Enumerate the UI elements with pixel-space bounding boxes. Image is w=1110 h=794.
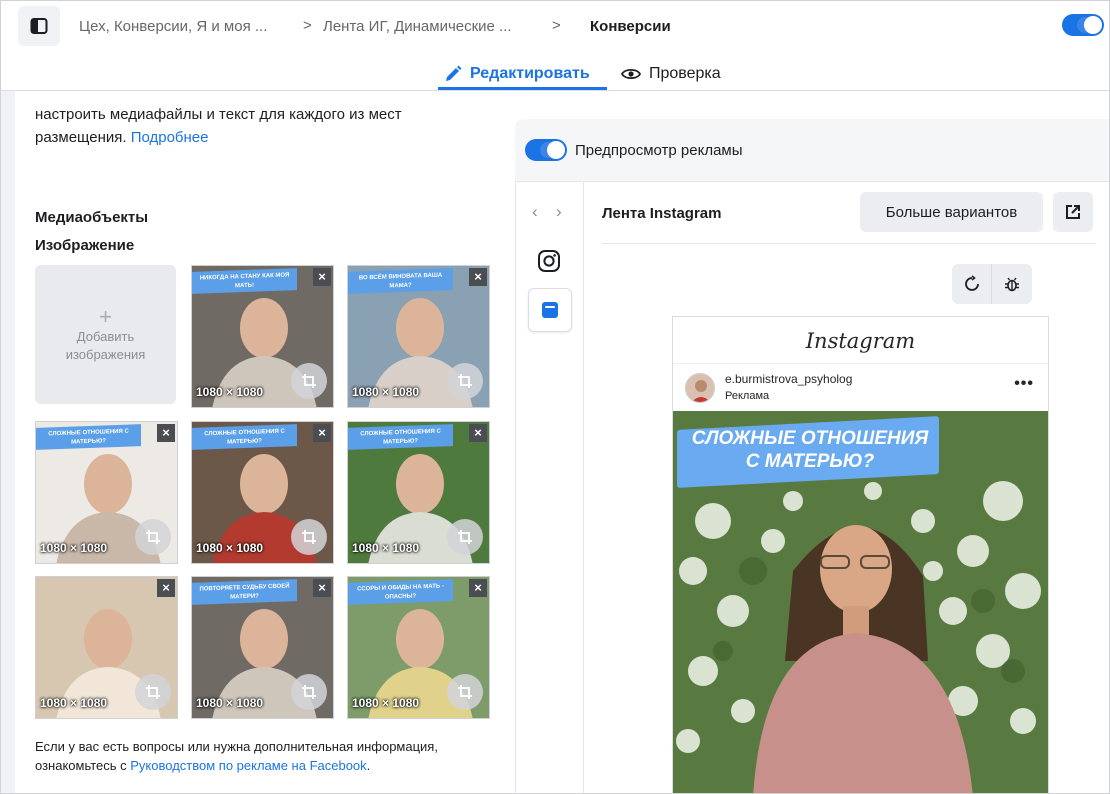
remove-image-icon[interactable]: × (157, 424, 175, 442)
instagram-icon[interactable] (536, 248, 562, 274)
active-tab-indicator (438, 87, 607, 90)
crop-icon[interactable] (291, 519, 327, 555)
avatar (685, 373, 715, 403)
help-text: Если у вас есть вопросы или нужна дополн… (35, 739, 438, 773)
breadcrumb-campaign[interactable]: Цех, Конверсии, Я и моя ... (79, 18, 267, 35)
crop-icon[interactable] (135, 519, 171, 555)
crop-icon[interactable] (447, 674, 483, 710)
top-bar: Цех, Конверсии, Я и моя ... > Лента ИГ, … (1, 1, 1109, 51)
eye-icon (621, 68, 641, 80)
placement-preview: ‹ › Лента Instagram Больше вариантов Ins… (515, 181, 1109, 793)
thumbnail-banner: СЛОЖНЫЕ ОТНОШЕНИЯ С МАТЕРЬЮ? (36, 424, 141, 450)
remove-image-icon[interactable]: × (469, 579, 487, 597)
thumbnail-banner: ПОВТОРЯЕТЕ СУДЬБУ СВОЕЙ МАТЕРИ? (192, 579, 297, 605)
image-section-title: Изображение (35, 237, 135, 254)
divider (673, 363, 1048, 364)
more-options-icon[interactable]: ••• (1014, 375, 1034, 393)
refresh-button[interactable] (952, 264, 992, 304)
remove-image-icon[interactable]: × (469, 424, 487, 442)
instagram-logo: Instagram (805, 329, 916, 353)
crop-icon[interactable] (447, 363, 483, 399)
ad-preview-toggle[interactable] (525, 139, 567, 161)
remove-image-icon[interactable]: × (469, 268, 487, 286)
facebook-ads-guide-link[interactable]: Руководством по рекламе на Facebook (130, 758, 366, 773)
image-size-label: 1080 × 1080 (352, 696, 420, 710)
intro-text: настроить медиафайлы и текст для каждого… (35, 106, 402, 146)
placement-sidebar: ‹ › (516, 182, 584, 793)
mode-tabs: Редактировать Проверка (1, 51, 1109, 91)
thumbnail-banner: СЛОЖНЫЕ ОТНОШЕНИЯ С МАТЕРЬЮ? (192, 424, 297, 450)
instagram-post-preview: Instagram e.burmistrova_psyholog Реклама… (672, 316, 1049, 793)
tab-review[interactable]: Проверка (621, 59, 721, 89)
image-size-label: 1080 × 1080 (40, 696, 108, 710)
breadcrumb-separator: > (552, 17, 561, 34)
image-thumbnail[interactable]: СЛОЖНЫЕ ОТНОШЕНИЯ С МАТЕРЬЮ? × 1080 × 1080 (191, 421, 334, 564)
image-size-label: 1080 × 1080 (352, 385, 420, 399)
sidebar-panel-icon (30, 18, 48, 34)
open-external-button[interactable] (1053, 192, 1093, 232)
ad-preview-panel: Предпросмотр рекламы ‹ › Лента Instagram (499, 91, 1109, 793)
feed-icon (542, 302, 558, 318)
external-link-icon (1066, 205, 1080, 219)
learn-more-link[interactable]: Подробнее (131, 129, 209, 146)
image-thumbnail[interactable]: ВО ВСЁМ ВИНОВАТА ВАША МАМА? × 1080 × 1080 (347, 265, 490, 408)
placement-name: Лента Instagram (602, 205, 722, 222)
image-size-label: 1080 × 1080 (196, 385, 264, 399)
crop-icon[interactable] (135, 674, 171, 710)
divider (602, 243, 1096, 244)
add-image-button[interactable]: + Добавить изображения (35, 265, 176, 404)
thumbnail-banner: СЛОЖНЫЕ ОТНОШЕНИЯ С МАТЕРЬЮ? (348, 424, 453, 450)
ad-editor-window: Цех, Конверсии, Я и моя ... > Лента ИГ, … (0, 0, 1110, 794)
refresh-icon (964, 275, 979, 291)
tab-review-label: Проверка (649, 65, 721, 82)
image-thumbnail[interactable]: СЛОЖНЫЕ ОТНОШЕНИЯ С МАТЕРЬЮ? × 1080 × 1080 (35, 421, 178, 564)
remove-image-icon[interactable]: × (313, 268, 331, 286)
pencil-icon (446, 65, 462, 81)
ad-image: СЛОЖНЫЕ ОТНОШЕНИЯ С МАТЕРЬЮ? (673, 411, 1048, 793)
image-size-label: 1080 × 1080 (196, 696, 264, 710)
thumbnail-banner: ССОРЫ И ОБИДЫ НА МАТЬ - ОПАСНЫ? (348, 579, 453, 605)
breadcrumb-adset[interactable]: Лента ИГ, Динамические ... (323, 18, 512, 35)
breadcrumb-current: Конверсии (590, 18, 671, 35)
image-thumbnail[interactable]: ССОРЫ И ОБИДЫ НА МАТЬ - ОПАСНЫ? × 1080 × 1… (347, 576, 490, 719)
remove-image-icon[interactable]: × (313, 579, 331, 597)
ad-creative-editor: настроить медиафайлы и текст для каждого… (1, 91, 499, 793)
tab-edit[interactable]: Редактировать (444, 59, 590, 89)
ad-banner-line1: СЛОЖНЫЕ ОТНОШЕНИЯ (691, 428, 929, 449)
plus-icon: + (99, 303, 112, 329)
tab-edit-label: Редактировать (470, 65, 590, 82)
image-thumbnail[interactable]: ПОВТОРЯЕТЕ СУДЬБУ СВОЕЙ МАТЕРИ? × 1080 × 1… (191, 576, 334, 719)
remove-image-icon[interactable]: × (157, 579, 175, 597)
bug-icon (1005, 277, 1019, 292)
crop-icon[interactable] (291, 363, 327, 399)
thumbnail-banner: ВО ВСЁМ ВИНОВАТА ВАША МАМА? (348, 268, 453, 294)
image-size-label: 1080 × 1080 (40, 541, 108, 555)
image-size-label: 1080 × 1080 (352, 541, 420, 555)
more-variants-button[interactable]: Больше вариантов (860, 192, 1043, 232)
ad-on-off-toggle[interactable] (1062, 14, 1104, 36)
feed-placement-button[interactable] (528, 288, 572, 332)
chevron-left-icon[interactable]: ‹ (532, 202, 538, 222)
image-thumbnail[interactable]: НИКОГДА НА СТАНУ КАК МОЯ МАТЬ! × 1080 × 10… (191, 265, 334, 408)
ad-banner-line2: С МАТЕРЬЮ? (745, 451, 875, 472)
post-username: e.burmistrova_psyholog (725, 372, 853, 386)
add-image-label: Добавить изображения (65, 328, 146, 362)
chevron-right-icon[interactable]: › (556, 202, 562, 222)
breadcrumb-separator: > (303, 17, 312, 34)
crop-icon[interactable] (447, 519, 483, 555)
remove-image-icon[interactable]: × (313, 424, 331, 442)
ad-preview-label: Предпросмотр рекламы (575, 142, 743, 159)
image-thumbnail[interactable]: × 1080 × 1080 (35, 576, 178, 719)
image-size-label: 1080 × 1080 (196, 541, 264, 555)
sponsored-label: Реклама (725, 390, 770, 402)
report-bug-button[interactable] (992, 264, 1032, 304)
image-thumbnail[interactable]: СЛОЖНЫЕ ОТНОШЕНИЯ С МАТЕРЬЮ? × 1080 × 1080 (347, 421, 490, 564)
media-section-title: Медиаобъекты (35, 209, 149, 226)
thumbnail-banner: НИКОГДА НА СТАНУ КАК МОЯ МАТЬ! (192, 268, 297, 294)
crop-icon[interactable] (291, 674, 327, 710)
panel-toggle-button[interactable] (18, 6, 60, 46)
